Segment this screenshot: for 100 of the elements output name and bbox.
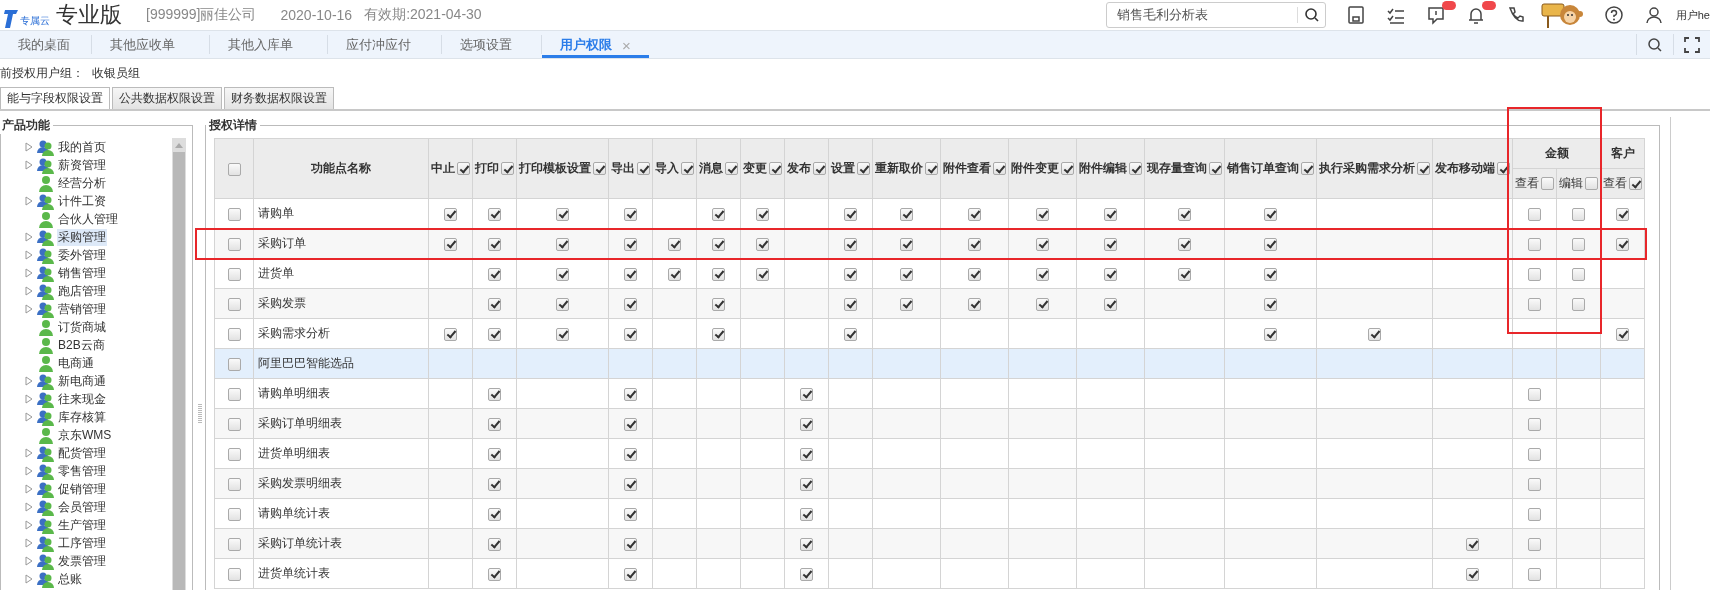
- checkbox[interactable]: [227, 207, 241, 221]
- checkbox[interactable]: [712, 207, 725, 221]
- help-icon[interactable]: [1603, 5, 1624, 25]
- checkbox[interactable]: [624, 447, 637, 461]
- checkbox[interactable]: [488, 267, 501, 281]
- checkbox[interactable]: [712, 297, 725, 311]
- checkbox[interactable]: [488, 537, 501, 551]
- checkbox[interactable]: [457, 162, 470, 176]
- checkbox[interactable]: [1528, 417, 1541, 431]
- checkbox[interactable]: [1264, 237, 1277, 251]
- search-icon[interactable]: [1647, 36, 1663, 53]
- checkbox[interactable]: [624, 207, 637, 221]
- checkbox[interactable]: [1036, 267, 1049, 281]
- checkbox[interactable]: [1528, 387, 1541, 401]
- checkbox[interactable]: [624, 507, 637, 521]
- checkbox[interactable]: [488, 417, 501, 431]
- checkbox[interactable]: [1036, 207, 1049, 221]
- checkbox[interactable]: [1466, 567, 1479, 581]
- tab[interactable]: 能与字段权限设置: [0, 87, 110, 109]
- tree-item[interactable]: 订货商城: [57, 318, 107, 336]
- tab[interactable]: 应付冲应付: [328, 35, 442, 54]
- tree-item[interactable]: 库存核算: [57, 408, 107, 426]
- checkbox[interactable]: [681, 162, 694, 176]
- checkbox[interactable]: [800, 447, 813, 461]
- user-icon[interactable]: [1643, 5, 1664, 25]
- checkbox[interactable]: [1036, 237, 1049, 251]
- checkbox[interactable]: [556, 267, 569, 281]
- tree-item[interactable]: 零售管理: [57, 462, 107, 480]
- checkbox[interactable]: [1528, 567, 1541, 581]
- checkbox[interactable]: [800, 567, 813, 581]
- tree-item[interactable]: 京东WMS: [57, 426, 113, 444]
- checkbox[interactable]: [756, 237, 769, 251]
- checkbox[interactable]: [593, 162, 606, 176]
- checkbox[interactable]: [1528, 507, 1541, 521]
- checkbox[interactable]: [1264, 267, 1277, 281]
- checkbox[interactable]: [844, 207, 857, 221]
- tree-item[interactable]: 工序管理: [57, 534, 107, 552]
- checkbox[interactable]: [1528, 477, 1541, 491]
- checkbox[interactable]: [1264, 207, 1277, 221]
- checkbox[interactable]: [1572, 207, 1585, 221]
- checkbox[interactable]: [1528, 297, 1541, 311]
- tree-item[interactable]: 跑店管理: [57, 282, 107, 300]
- checkbox[interactable]: [800, 417, 813, 431]
- checkbox[interactable]: [1104, 267, 1117, 281]
- tree-item[interactable]: 采购管理: [57, 228, 107, 246]
- checkbox[interactable]: [624, 567, 637, 581]
- checkbox[interactable]: [800, 507, 813, 521]
- checkbox[interactable]: [925, 162, 938, 176]
- tree-item[interactable]: 营销管理: [57, 300, 107, 318]
- checkbox[interactable]: [1209, 162, 1222, 176]
- checkbox[interactable]: [624, 417, 637, 431]
- tree-item[interactable]: B2B云商: [57, 336, 106, 354]
- checkbox[interactable]: [1178, 207, 1191, 221]
- checkbox[interactable]: [227, 267, 241, 281]
- checkbox[interactable]: [668, 237, 681, 251]
- checkbox[interactable]: [624, 537, 637, 551]
- tab[interactable]: 其他入库单: [210, 35, 328, 54]
- checkbox[interactable]: [712, 267, 725, 281]
- checkbox[interactable]: [227, 162, 241, 176]
- checkbox[interactable]: [556, 207, 569, 221]
- checkbox[interactable]: [1036, 297, 1049, 311]
- message-icon[interactable]: [1425, 5, 1446, 25]
- checkbox[interactable]: [1616, 237, 1629, 251]
- checkbox[interactable]: [624, 327, 637, 341]
- checkbox[interactable]: [1572, 267, 1585, 281]
- checkbox[interactable]: [800, 537, 813, 551]
- checkbox[interactable]: [712, 327, 725, 341]
- tab[interactable]: 财务数据权限设置: [224, 87, 334, 109]
- checkbox[interactable]: [900, 267, 913, 281]
- tree-item[interactable]: 经营分析: [57, 174, 107, 192]
- tree-item[interactable]: 电商通: [57, 354, 95, 372]
- checkbox[interactable]: [844, 237, 857, 251]
- checkbox[interactable]: [1178, 237, 1191, 251]
- tree-item[interactable]: 配货管理: [57, 444, 107, 462]
- checkbox[interactable]: [1616, 207, 1629, 221]
- tree-item[interactable]: 生产管理: [57, 516, 107, 534]
- checkbox[interactable]: [800, 387, 813, 401]
- checkbox[interactable]: [1178, 267, 1191, 281]
- checkbox[interactable]: [501, 162, 514, 176]
- checkbox[interactable]: [1528, 237, 1541, 251]
- tab[interactable]: 公共数据权限设置: [112, 87, 222, 109]
- checkbox[interactable]: [488, 567, 501, 581]
- checkbox[interactable]: [900, 207, 913, 221]
- checkbox[interactable]: [844, 267, 857, 281]
- checkbox[interactable]: [444, 207, 457, 221]
- checkbox[interactable]: [857, 162, 870, 176]
- tab[interactable]: 选项设置: [442, 35, 542, 54]
- search-icon[interactable]: [1296, 7, 1320, 23]
- checkbox[interactable]: [444, 327, 457, 341]
- checkbox[interactable]: [900, 297, 913, 311]
- tree-item[interactable]: 发票管理: [57, 552, 107, 570]
- checkbox[interactable]: [488, 507, 501, 521]
- checkbox[interactable]: [800, 477, 813, 491]
- checkbox[interactable]: [556, 237, 569, 251]
- checkbox[interactable]: [769, 162, 782, 176]
- tree-item[interactable]: 总账: [57, 570, 83, 588]
- checkbox[interactable]: [1466, 537, 1479, 551]
- checkbox[interactable]: [813, 162, 826, 176]
- checkbox[interactable]: [1129, 162, 1142, 176]
- checkbox[interactable]: [1629, 177, 1642, 191]
